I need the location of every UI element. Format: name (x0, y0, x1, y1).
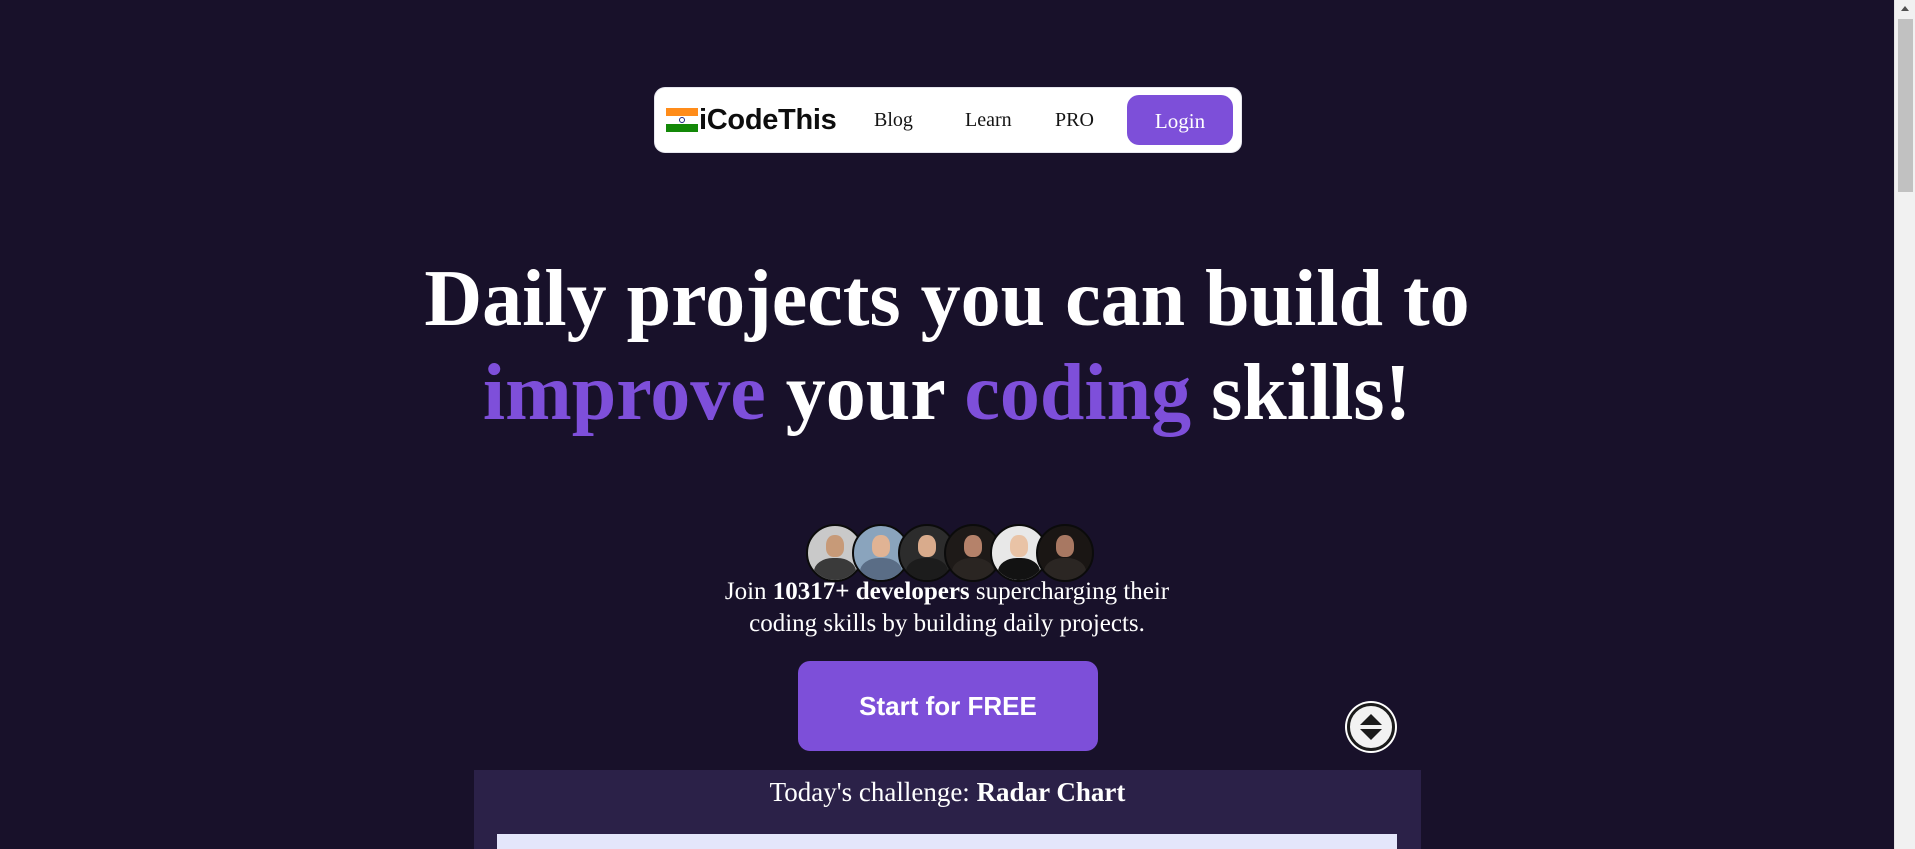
challenge-title: Today's challenge: Radar Chart (474, 777, 1421, 808)
scroll-up-arrow-icon[interactable] (1901, 6, 1909, 11)
navbar: iCodeThis Blog Learn PRO Login (655, 88, 1241, 152)
hero-word-coding: coding (964, 349, 1192, 437)
join-line-2: coding skills by building daily projects… (749, 610, 1145, 637)
join-suffix: supercharging their (975, 578, 1170, 605)
nav-link-learn[interactable]: Learn (965, 88, 1012, 152)
hero-line-1: Daily projects you can build to (424, 255, 1470, 343)
logo-text: iCodeThis (699, 103, 837, 136)
join-prefix: Join (724, 578, 767, 605)
page: iCodeThis Blog Learn PRO Login Daily pro… (0, 0, 1915, 849)
scroll-toggle-button[interactable] (1347, 703, 1395, 751)
hero-heading: Daily projects you can build to improve … (0, 252, 1894, 440)
developer-avatars (806, 524, 1094, 582)
todays-challenge-card: Today's challenge: Radar Chart (474, 770, 1421, 849)
start-for-free-button[interactable]: Start for FREE (798, 661, 1098, 751)
nav-link-pro[interactable]: PRO (1055, 88, 1094, 152)
vertical-scrollbar[interactable] (1894, 0, 1915, 849)
hero-word-improve: improve (482, 349, 766, 437)
logo[interactable]: iCodeThis (666, 88, 837, 152)
join-text: Join 10317+ developers supercharging the… (0, 576, 1894, 640)
india-flag-icon (666, 108, 698, 132)
challenge-name[interactable]: Radar Chart (977, 777, 1126, 807)
challenge-prefix: Today's challenge: (769, 777, 970, 807)
login-button[interactable]: Login (1127, 95, 1233, 145)
person-avatar-6-icon (1036, 524, 1094, 582)
nav-link-blog[interactable]: Blog (874, 88, 913, 152)
developer-count: 10317+ developers (772, 578, 970, 605)
hero-word-your: your (785, 349, 945, 437)
caret-down-icon (1360, 729, 1382, 740)
hero-word-skills: skills! (1211, 349, 1412, 437)
caret-up-icon (1360, 714, 1382, 725)
scrollbar-thumb[interactable] (1898, 19, 1913, 192)
challenge-preview[interactable] (497, 834, 1397, 849)
